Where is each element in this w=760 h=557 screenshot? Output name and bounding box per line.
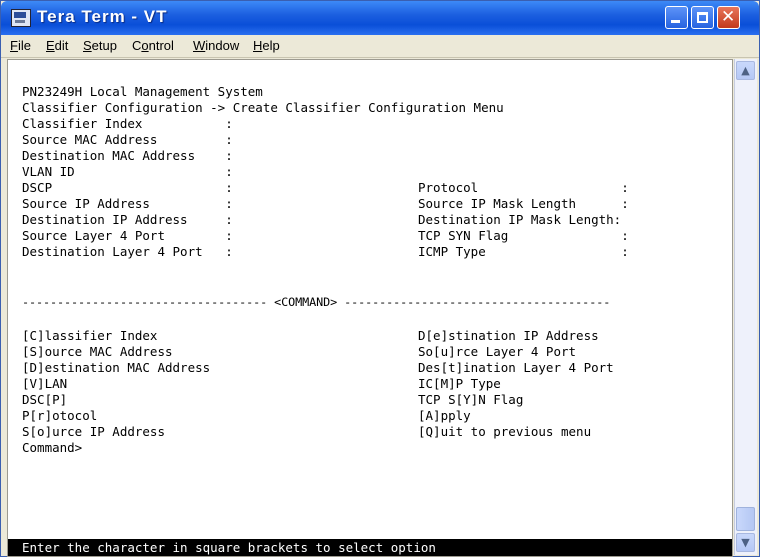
field-destination-mac: Destination MAC Address : <box>22 148 233 163</box>
chevron-down-icon: ▼ <box>741 536 750 549</box>
command-divider: ----------------------------------- <COM… <box>22 295 611 309</box>
system-title-line: PN23249H Local Management System <box>22 84 263 99</box>
command-protocol: P[r]otocol <box>22 408 98 423</box>
menu-mnemonic: E <box>46 38 55 53</box>
command-dscp: DSC[P] <box>22 392 68 407</box>
command-quit: [Q]uit to previous menu <box>418 424 592 439</box>
window-title: Tera Term - VT <box>37 7 168 26</box>
breadcrumb-line: Classifier Configuration -> Create Class… <box>22 100 504 115</box>
menu-control[interactable]: Control <box>132 38 174 53</box>
command-prompt[interactable]: Command> <box>22 440 82 456</box>
command-tcp-syn-flag: TCP S[Y]N Flag <box>418 392 524 407</box>
command-apply: [A]pply <box>418 408 471 423</box>
field-tcp-syn-flag: TCP SYN Flag : <box>418 228 629 243</box>
menu-file[interactable]: File <box>10 38 31 53</box>
field-destination-ip-mask: Destination IP Mask Length: <box>418 212 622 227</box>
command-vlan: [V]LAN <box>22 376 68 391</box>
command-source-ip: S[o]urce IP Address <box>22 424 165 439</box>
menu-mnemonic: W <box>193 38 206 53</box>
field-source-l4-port: Source Layer 4 Port : <box>22 228 233 243</box>
close-icon: ✕ <box>721 7 736 27</box>
command-source-mac: [S]ource MAC Address <box>22 344 173 359</box>
field-protocol: Protocol : <box>418 180 629 195</box>
tera-term-app-icon[interactable] <box>11 9 31 27</box>
status-bar: Enter the character in square brackets t… <box>8 539 732 556</box>
field-vlan-id: VLAN ID : <box>22 164 233 179</box>
field-destination-ip: Destination IP Address : <box>22 212 233 227</box>
status-message: Enter the character in square brackets t… <box>22 540 436 555</box>
scroll-thumb[interactable] <box>736 507 755 531</box>
minimize-icon <box>671 20 680 23</box>
command-destination-l4-port: Des[t]ination Layer 4 Port <box>418 360 614 375</box>
maximize-icon <box>697 12 708 23</box>
menu-help[interactable]: Help <box>253 38 280 53</box>
terminal-screen[interactable]: PN23249H Local Management System Classif… <box>7 59 733 557</box>
command-destination-ip: D[e]stination IP Address <box>418 328 599 343</box>
scroll-up-button[interactable]: ▲ <box>736 61 755 80</box>
field-classifier-index: Classifier Index : <box>22 116 233 131</box>
scroll-down-button[interactable]: ▼ <box>736 533 755 552</box>
field-destination-l4-port: Destination Layer 4 Port : <box>22 244 233 259</box>
menu-mnemonic: S <box>83 38 92 53</box>
menu-bar: File Edit Setup Control Window Help <box>1 35 759 58</box>
vertical-scrollbar[interactable]: ▲ ▼ <box>734 59 757 555</box>
menu-mnemonic: o <box>141 38 149 53</box>
maximize-button[interactable] <box>691 6 714 29</box>
minimize-button[interactable] <box>665 6 688 29</box>
field-source-ip: Source IP Address : <box>22 196 233 211</box>
menu-setup[interactable]: Setup <box>83 38 117 53</box>
menu-mnemonic: F <box>10 38 18 53</box>
command-icmp-type: IC[M]P Type <box>418 376 501 391</box>
field-source-mac: Source MAC Address : <box>22 132 233 147</box>
menu-mnemonic: H <box>253 38 263 53</box>
command-destination-mac: [D]estination MAC Address <box>22 360 211 375</box>
menu-edit[interactable]: Edit <box>46 38 68 53</box>
close-button[interactable]: ✕ <box>717 6 740 29</box>
field-source-ip-mask: Source IP Mask Length : <box>418 196 629 211</box>
field-icmp-type: ICMP Type : <box>418 244 629 259</box>
command-classifier-index: [C]lassifier Index <box>22 328 158 343</box>
command-source-l4-port: So[u]rce Layer 4 Port <box>418 344 577 359</box>
menu-window[interactable]: Window <box>193 38 239 53</box>
title-bar[interactable]: Tera Term - VT ✕ <box>1 1 759 35</box>
chevron-up-icon: ▲ <box>741 64 750 77</box>
field-dscp: DSCP : <box>22 180 233 195</box>
tera-term-window: Tera Term - VT ✕ File Edit Setup Control… <box>0 0 760 557</box>
